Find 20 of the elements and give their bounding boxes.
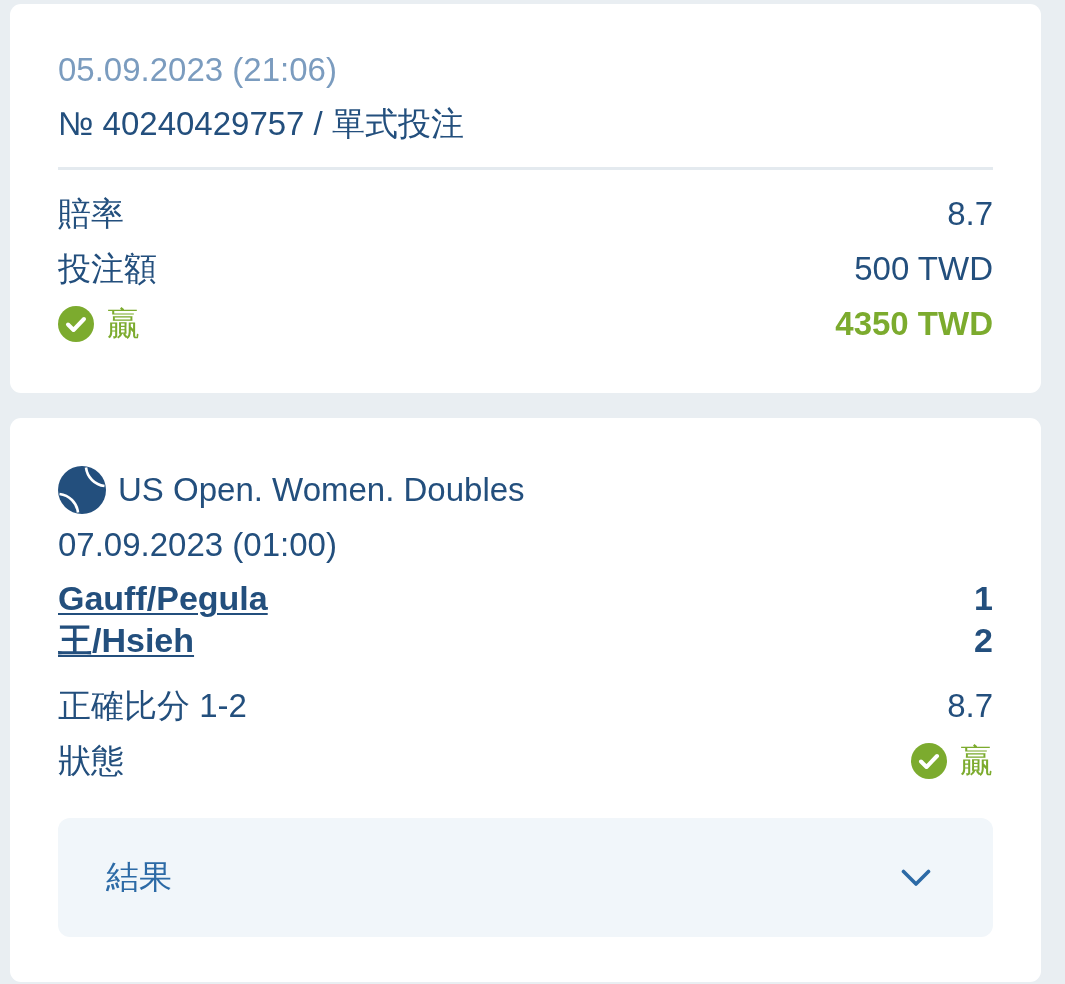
market-label: 正確比分 1-2 [58, 686, 247, 726]
team-link[interactable]: 王/Hsieh [58, 619, 195, 661]
event-title: US Open. Women. Doubles [118, 470, 525, 510]
bet-date: 05.09.2023 (21:06) [58, 50, 338, 90]
odds-value: 8.7 [947, 686, 993, 726]
status-label: 狀態 [58, 741, 124, 781]
team-score: 2 [974, 620, 993, 661]
payout-amount: 4350 TWD [835, 304, 993, 344]
bet-number: № 40240429757 / 單式投注 [58, 104, 465, 144]
row-label: 投注額 [58, 249, 157, 289]
tennis-ball-icon [58, 466, 106, 514]
status-label: 贏 [107, 304, 140, 344]
results-toggle[interactable]: 結果 [58, 818, 993, 937]
team-link[interactable]: Gauff/Pegula [58, 577, 268, 619]
row-value: 8.7 [947, 194, 993, 234]
row-label: 賠率 [58, 194, 124, 234]
event-date: 07.09.2023 (01:00) [58, 525, 338, 565]
status-value: 贏 [960, 741, 993, 781]
row-value: 500 TWD [854, 249, 993, 289]
team-score: 1 [974, 578, 993, 619]
